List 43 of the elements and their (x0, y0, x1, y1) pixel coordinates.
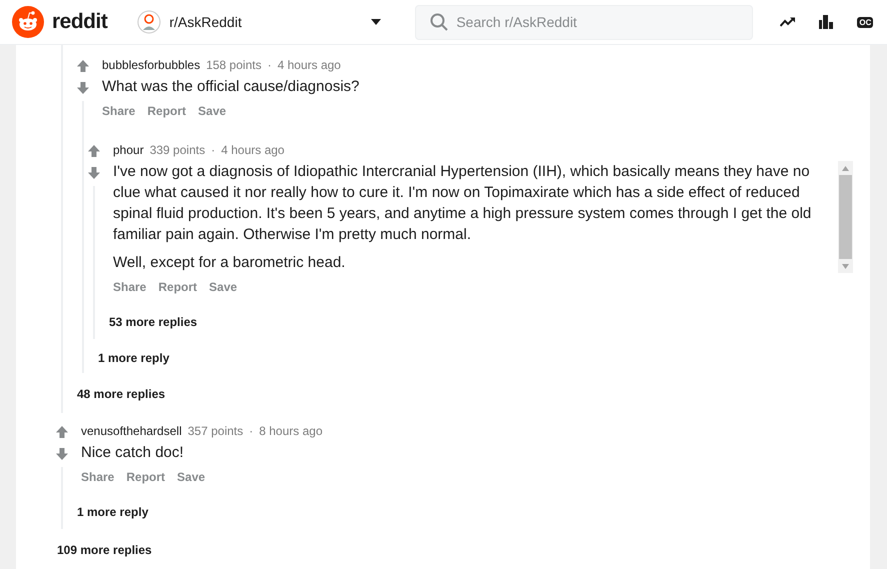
downvote-icon[interactable] (76, 81, 90, 95)
reddit-wordmark[interactable]: reddit (52, 6, 108, 38)
comment-time: 4 hours ago (221, 142, 284, 158)
subreddit-icon (137, 10, 162, 34)
oc-badge[interactable]: OC (857, 16, 874, 28)
comment-author[interactable]: bubblesforbubbles (102, 57, 200, 73)
upvote-icon[interactable] (55, 425, 69, 439)
upvote-icon[interactable] (76, 59, 90, 73)
search-icon (430, 13, 448, 31)
comment-points: 339 points (150, 142, 206, 158)
downvote-icon[interactable] (55, 447, 69, 461)
search-bar[interactable]: Search r/AskReddit (415, 4, 754, 40)
comment-time: 4 hours ago (277, 57, 341, 73)
more-replies-link[interactable]: 53 more replies (109, 313, 198, 331)
bar-chart-icon[interactable] (818, 14, 834, 30)
comment-author[interactable]: venusofthehardsell (81, 423, 182, 439)
comment-time: 8 hours ago (259, 423, 323, 439)
more-replies-link[interactable]: 48 more replies (77, 385, 166, 403)
trending-icon[interactable] (780, 16, 796, 28)
more-replies-link[interactable]: 109 more replies (57, 541, 152, 559)
scroll-down-icon[interactable] (842, 264, 849, 269)
reddit-logo-icon[interactable] (12, 6, 44, 38)
subreddit-name: r/AskReddit (169, 12, 242, 32)
search-field[interactable]: Search r/AskReddit (456, 12, 738, 32)
separator-dot: · (211, 142, 216, 158)
separator-dot: · (267, 57, 272, 73)
comment-text: Well, except for a barometric head. (113, 253, 346, 273)
scrollbar[interactable] (838, 161, 853, 273)
scrollbar-thumb[interactable] (839, 175, 852, 259)
more-replies-link[interactable]: 1 more reply (77, 503, 148, 521)
more-replies-link[interactable]: 1 more reply (98, 349, 170, 367)
downvote-icon[interactable] (87, 166, 101, 180)
scroll-up-icon[interactable] (842, 166, 849, 171)
comment-text: What was the official cause/diagnosis? (102, 77, 360, 97)
comment-text: I've now got a diagnosis of Idiopathic Intercranial Hypertension (IIH), which basically means they have no clue what caused it nor really how to cure it. I'm now on Topimaxirate which has a side effect of reduced spinal fluid production. It's been 5 years, and anytime a high pressure system comes through I get the old familiar pain again. Otherwise I'm pretty much normal. (113, 162, 812, 245)
comment-points: 158 points (206, 57, 262, 73)
comment-points: 357 points (188, 423, 244, 439)
comment-text: Nice catch doc! (81, 443, 185, 463)
subreddit-dropdown[interactable]: r/AskReddit (137, 4, 392, 40)
upvote-icon[interactable] (87, 144, 101, 158)
caret-icon (371, 19, 382, 25)
separator-dot: · (249, 423, 254, 439)
comment-author[interactable]: phour (113, 142, 144, 158)
